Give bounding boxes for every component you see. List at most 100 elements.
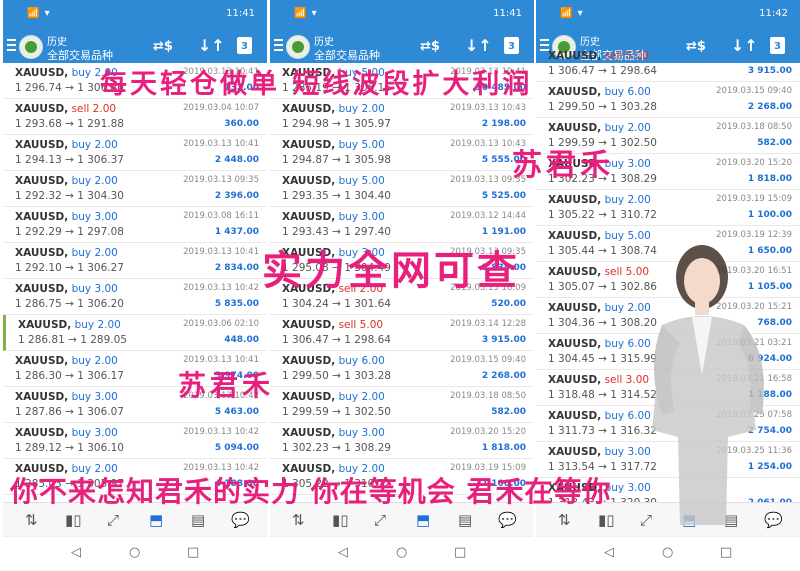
toolbar-subtitle: 历史 <box>314 37 334 48</box>
trade-row[interactable]: XAUUSD, buy 6.00 1 299.50 → 1 303.28 2019.… <box>270 351 534 387</box>
trade-date: 2019.03.13 10:42 <box>183 427 259 437</box>
status-bar: 📶 ▾ 11:41 <box>3 0 267 30</box>
history-icon[interactable]: ⬒ <box>416 511 430 529</box>
news-icon[interactable]: ▤ <box>458 511 472 529</box>
trade-row[interactable]: XAUUSD, buy 2.00 1 294.98 → 1 305.97 2019.… <box>270 99 534 135</box>
quotes-icon[interactable]: ⇅ <box>25 511 38 529</box>
trade-prices: 1 287.86 → 1 306.07 <box>15 406 124 418</box>
recents-icon[interactable]: □ <box>720 545 732 560</box>
toolbar-title[interactable]: 全部交易品种 <box>47 47 113 63</box>
trade-date: 2019.03.18 08:50 <box>716 122 792 132</box>
toolbar-title[interactable]: 全部交易品种 <box>314 47 380 63</box>
trade-prices: 1 294.98 → 1 305.97 <box>282 118 391 130</box>
side-label: buy <box>338 139 359 151</box>
side-label: buy <box>604 194 625 206</box>
trade-profit: 582.00 <box>491 407 526 417</box>
currency-exchange-icon[interactable]: ⇄$ <box>153 39 173 54</box>
trade-icon[interactable]: ⤢ <box>107 511 119 529</box>
side-label: buy <box>71 211 92 223</box>
side-label: buy <box>71 355 92 367</box>
trade-date: 2019.03.15 09:40 <box>450 355 526 365</box>
symbol-name: XAUUSD, <box>548 230 602 242</box>
trade-row[interactable]: XAUUSD, buy 2.00 1 299.59 → 1 302.50 2019.… <box>270 387 534 423</box>
chart-icon[interactable]: ▮▯ <box>598 511 615 529</box>
trade-row[interactable]: XAUUSD, buy 5.00 1 293.35 → 1 304.40 2019.… <box>270 171 534 207</box>
signal-icon: 📶 ▾ <box>294 8 318 19</box>
calendar-icon[interactable]: 3 <box>504 37 519 54</box>
trade-row[interactable]: XAUUSD, buy 2.00 1 292.32 → 1 304.30 2019.… <box>3 171 267 207</box>
history-icon[interactable]: ⬒ <box>149 511 163 529</box>
sort-icon[interactable]: ↓↑ <box>198 36 225 55</box>
trade-symbol: XAUUSD, buy 3.00 <box>282 211 385 223</box>
side-label: buy <box>71 391 92 403</box>
trade-row[interactable]: XAUUSD, buy 3.00 1 292.29 → 1 297.08 2019.… <box>3 207 267 243</box>
home-icon[interactable]: ○ <box>396 545 407 560</box>
trade-profit: 5 094.00 <box>214 443 259 453</box>
volume-label: 5.00 <box>361 139 385 151</box>
back-icon[interactable]: ◁ <box>71 545 81 560</box>
trade-date: 2019.03.13 10:41 <box>183 139 259 149</box>
chart-icon[interactable]: ▮▯ <box>332 511 349 529</box>
trade-row[interactable]: XAUUSD, sell 2.00 1 293.68 → 1 291.88 2019… <box>3 99 267 135</box>
volume-label: 3.00 <box>361 427 385 439</box>
trade-date: 2019.03.06 02:10 <box>183 319 259 329</box>
volume-label: 2.00 <box>361 103 385 115</box>
recents-icon[interactable]: □ <box>187 545 199 560</box>
trade-profit: 5 463.00 <box>214 407 259 417</box>
quotes-icon[interactable]: ⇅ <box>558 511 571 529</box>
menu-icon[interactable] <box>7 39 16 51</box>
side-label: buy <box>71 139 92 151</box>
symbol-name: XAUUSD, <box>15 139 69 151</box>
trade-prices: 1 294.87 → 1 305.98 <box>282 154 391 166</box>
trade-row[interactable]: XAUUSD, sell 5.00 1 306.47 → 1 298.64 3 91… <box>536 46 800 82</box>
trade-profit: 448.00 <box>224 335 259 345</box>
status-time: 11:41 <box>226 8 255 19</box>
trade-row[interactable]: XAUUSD, buy 5.00 1 294.87 → 1 305.98 2019.… <box>270 135 534 171</box>
currency-exchange-icon[interactable]: ⇄$ <box>420 39 440 54</box>
trade-row[interactable]: XAUUSD, sell 5.00 1 306.47 → 1 298.64 2019… <box>270 315 534 351</box>
trade-row[interactable]: XAUUSD, buy 3.00 1 302.23 → 1 308.29 2019.… <box>270 423 534 459</box>
trade-row[interactable]: XAUUSD, buy 3.00 1 289.12 → 1 306.10 2019.… <box>3 423 267 459</box>
symbol-name: XAUUSD, <box>548 50 602 62</box>
signal-icon: 📶 ▾ <box>560 8 584 19</box>
recents-icon[interactable]: □ <box>454 545 466 560</box>
trade-row[interactable]: XAUUSD, buy 2.00 1 292.10 → 1 306.27 2019.… <box>3 243 267 279</box>
trade-date: 2019.03.19 15:09 <box>716 194 792 204</box>
promo-name-1: 苏君禾 <box>512 148 614 183</box>
trade-profit: 2 268.00 <box>747 102 792 112</box>
side-label: sell <box>338 319 357 331</box>
trade-symbol: XAUUSD, buy 3.00 <box>282 427 385 439</box>
back-icon[interactable]: ◁ <box>604 545 614 560</box>
trade-prices: 1 302.23 → 1 308.29 <box>282 442 391 454</box>
trade-prices: 1 299.59 → 1 302.50 <box>282 406 391 418</box>
trade-row[interactable]: XAUUSD, buy 6.00 1 299.50 → 1 303.28 2019.… <box>536 82 800 118</box>
news-icon[interactable]: ▤ <box>191 511 205 529</box>
chat-icon[interactable]: 💬 <box>498 511 517 529</box>
trade-side: buy 2.00 <box>601 194 651 206</box>
trade-symbol: XAUUSD, buy 2.00 <box>548 194 651 206</box>
trade-icon[interactable]: ⤢ <box>374 511 386 529</box>
calendar-icon[interactable]: 3 <box>237 37 252 54</box>
volume-label: 2.00 <box>94 247 118 259</box>
side-label: buy <box>71 247 92 259</box>
trade-row[interactable]: XAUUSD, buy 2.00 1 305.22 → 1 310.72 2019.… <box>536 190 800 226</box>
trade-profit: 2 834.00 <box>214 263 259 273</box>
menu-icon[interactable] <box>274 39 283 51</box>
trade-prices: 1 289.12 → 1 306.10 <box>15 442 124 454</box>
trade-profit: 5 835.00 <box>214 299 259 309</box>
home-icon[interactable]: ○ <box>662 545 673 560</box>
quotes-icon[interactable]: ⇅ <box>292 511 305 529</box>
sort-icon[interactable]: ↓↑ <box>465 36 492 55</box>
trade-side: buy 3.00 <box>68 391 118 403</box>
promo-headline: 每天轻仓做单 短线波段扩大利润 <box>100 69 533 100</box>
trade-profit: 1 437.00 <box>214 227 259 237</box>
trade-symbol: XAUUSD, buy 3.00 <box>15 427 118 439</box>
trade-history-list: XAUUSD, buy 2.00 1 296.74 → 1 306.40 2019.… <box>3 63 267 495</box>
home-icon[interactable]: ○ <box>129 545 140 560</box>
back-icon[interactable]: ◁ <box>338 545 348 560</box>
trade-row[interactable]: XAUUSD, buy 2.00 1 294.13 → 1 306.37 2019.… <box>3 135 267 171</box>
trade-row[interactable]: XAUUSD, buy 2.00 1 286.81 → 1 289.05 2019.… <box>3 315 267 351</box>
trade-row[interactable]: XAUUSD, buy 3.00 1 286.75 → 1 306.20 2019.… <box>3 279 267 315</box>
chart-icon[interactable]: ▮▯ <box>65 511 82 529</box>
chat-icon[interactable]: 💬 <box>231 511 250 529</box>
